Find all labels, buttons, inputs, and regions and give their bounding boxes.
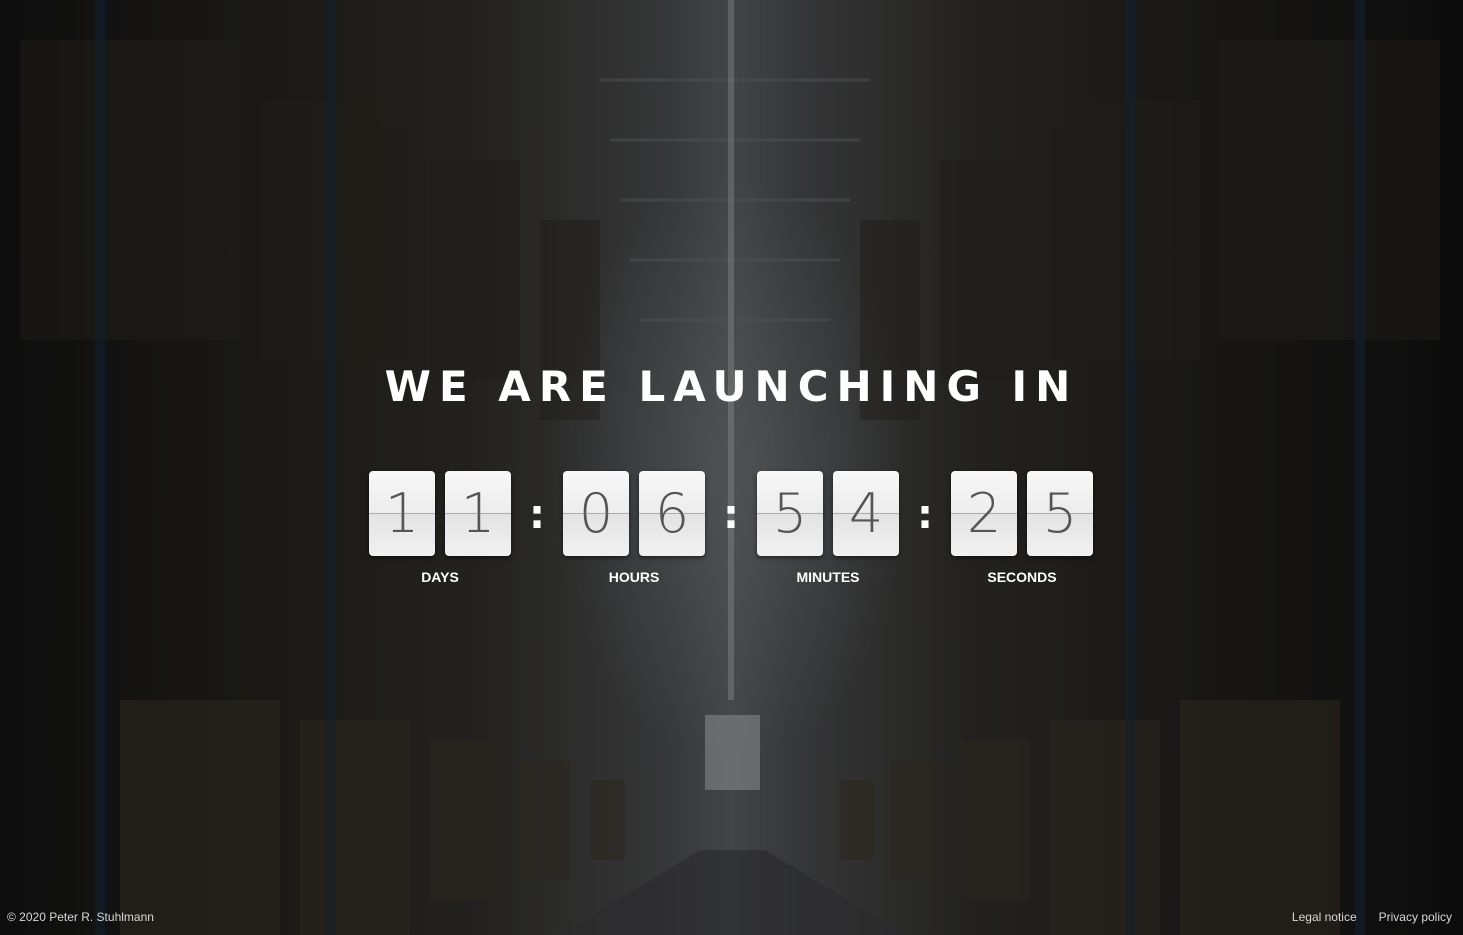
days-label: DAYS: [421, 569, 459, 585]
page-title: WE ARE LAUNCHING IN: [384, 362, 1079, 411]
privacy-policy-link[interactable]: Privacy policy: [1379, 910, 1452, 924]
hours-digit-2: 6: [639, 471, 705, 556]
days-digit-1: 1: [369, 471, 435, 556]
hours-digit-1: 0: [563, 471, 629, 556]
countdown-separator: :: [917, 492, 933, 538]
minutes-digit-1: 5: [757, 471, 823, 556]
hours-label: HOURS: [608, 569, 660, 585]
countdown-timer: 1 1 DAYS : 0 6 HOURS : 5 4 MINUTES : 2 5…: [369, 471, 1095, 591]
seconds-digit-2: 5: [1027, 471, 1093, 556]
countdown-separator: :: [529, 492, 545, 538]
legal-notice-link[interactable]: Legal notice: [1292, 910, 1357, 924]
seconds-label: SECONDS: [987, 569, 1057, 585]
minutes-label: MINUTES: [796, 569, 860, 585]
footer-links: Legal notice Privacy policy: [1292, 910, 1452, 924]
countdown-separator: :: [723, 492, 739, 538]
minutes-digit-2: 4: [833, 471, 899, 556]
seconds-digit-1: 2: [951, 471, 1017, 556]
dark-overlay: [0, 0, 1463, 935]
copyright-text: © 2020 Peter R. Stuhlmann: [7, 910, 154, 924]
days-digit-2: 1: [445, 471, 511, 556]
coming-soon-page: WE ARE LAUNCHING IN 1 1 DAYS : 0 6 HOURS…: [0, 0, 1463, 935]
